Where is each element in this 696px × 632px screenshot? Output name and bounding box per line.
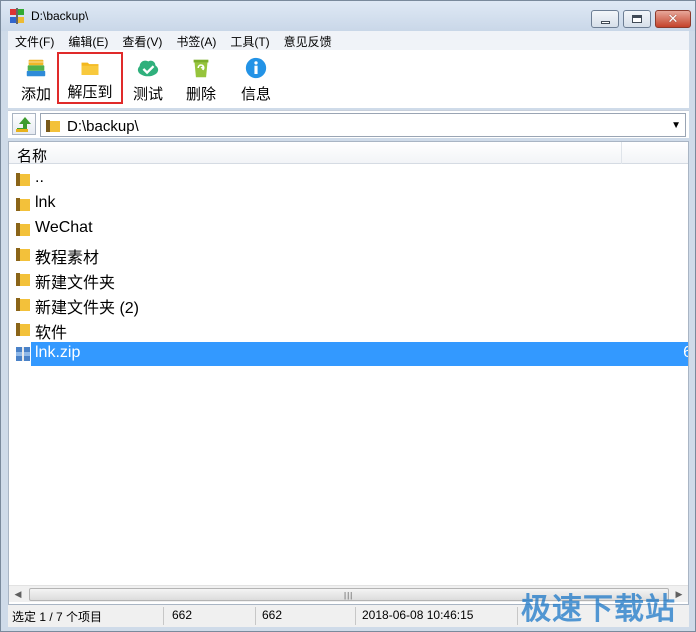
folder-row[interactable]: WeChat bbox=[9, 216, 688, 241]
folder-icon bbox=[16, 173, 30, 186]
menu-tools[interactable]: 工具(T) bbox=[223, 31, 276, 50]
file-name: lnk.zip bbox=[35, 344, 81, 361]
extract-to-button-label: 解压到 bbox=[67, 84, 113, 101]
file-name: 新建文件夹 bbox=[35, 275, 116, 292]
info-button-label: 信息 bbox=[240, 86, 271, 103]
status-size: 662 bbox=[168, 607, 256, 625]
grip-icon: ||| bbox=[344, 591, 354, 600]
test-button[interactable]: 测试 bbox=[126, 52, 170, 104]
selection-highlight bbox=[31, 342, 688, 366]
close-icon: ✕ bbox=[667, 11, 679, 27]
add-books-icon bbox=[26, 59, 46, 77]
file-name: WeChat bbox=[35, 219, 93, 236]
toolbar: 添加 解压到 测试 删除 信息 bbox=[8, 50, 689, 108]
menu-bar: 文件(F) 编辑(E) 查看(V) 书签(A) 工具(T) 意见反馈 bbox=[8, 31, 689, 50]
menu-view[interactable]: 查看(V) bbox=[115, 31, 169, 50]
minimize-icon bbox=[600, 20, 610, 24]
folder-row[interactable]: 软件 bbox=[9, 316, 688, 342]
close-button[interactable]: ✕ bbox=[655, 10, 691, 28]
folder-row[interactable]: 教程素材 bbox=[9, 241, 688, 267]
menu-feedback[interactable]: 意见反馈 bbox=[277, 31, 339, 50]
delete-button[interactable]: 删除 bbox=[179, 52, 223, 104]
archive-row[interactable]: lnk.zip 6 bbox=[9, 341, 688, 366]
file-name: lnk bbox=[35, 194, 56, 211]
app-window: D:\backup\ ✕ 文件(F) 编辑(E) 查看(V) 书签(A) 工具(… bbox=[0, 0, 696, 632]
add-button[interactable]: 添加 bbox=[14, 52, 58, 104]
folder-row[interactable]: 新建文件夹 bbox=[9, 266, 688, 292]
info-icon bbox=[245, 57, 267, 79]
window-title: D:\backup\ bbox=[31, 9, 89, 23]
maximize-icon bbox=[632, 15, 642, 23]
folder-row[interactable]: lnk bbox=[9, 191, 688, 216]
folder-row[interactable]: 新建文件夹 (2) bbox=[9, 291, 688, 317]
file-list[interactable]: 名称 .. lnk WeChat 教程素材 新建文件夹 新建文件夹 (2) 软件 lnk.zi… bbox=[8, 141, 689, 605]
folder-icon bbox=[46, 120, 60, 132]
menu-edit[interactable]: 编辑(E) bbox=[61, 31, 115, 50]
recycle-bin-icon bbox=[193, 59, 209, 78]
address-bar: D:\backup\ ▼ bbox=[8, 110, 689, 138]
folder-icon bbox=[16, 323, 30, 336]
cloud-check-icon bbox=[137, 60, 159, 77]
address-field[interactable]: D:\backup\ ▼ bbox=[40, 113, 686, 137]
column-header: 名称 bbox=[9, 142, 688, 166]
maximize-button[interactable] bbox=[623, 10, 651, 28]
status-modified: 2018-06-08 10:46:15 bbox=[358, 607, 518, 625]
scroll-left-icon[interactable]: ◀ bbox=[11, 588, 25, 601]
zip-file-icon bbox=[16, 347, 30, 361]
status-selection: 选定 1 / 7 个项目 bbox=[8, 607, 164, 625]
archive-app-icon bbox=[10, 8, 24, 24]
up-folder-button[interactable] bbox=[12, 113, 36, 135]
info-button[interactable]: 信息 bbox=[234, 52, 278, 104]
minimize-button[interactable] bbox=[591, 10, 619, 28]
menu-file[interactable]: 文件(F) bbox=[8, 31, 61, 50]
folder-icon bbox=[16, 223, 30, 236]
folder-icon bbox=[81, 62, 99, 75]
address-path: D:\backup\ bbox=[67, 118, 139, 135]
file-size-clipped: 6 bbox=[683, 344, 688, 362]
folder-icon bbox=[16, 298, 30, 311]
test-button-label: 测试 bbox=[132, 86, 163, 103]
watermark-text: 极速下载站 bbox=[521, 592, 676, 627]
title-bar[interactable]: D:\backup\ ✕ bbox=[1, 1, 695, 31]
dropdown-arrow-icon[interactable]: ▼ bbox=[671, 120, 681, 131]
up-arrow-icon bbox=[16, 117, 31, 132]
delete-button-label: 删除 bbox=[185, 86, 216, 103]
file-rows: .. lnk WeChat 教程素材新建文件夹新建文件夹 (2) 软件 lnk.zip 6 bbox=[9, 166, 688, 366]
column-name-header[interactable]: 名称 bbox=[17, 145, 47, 166]
add-button-label: 添加 bbox=[20, 86, 51, 103]
folder-icon bbox=[16, 198, 30, 211]
extract-to-button[interactable]: 解压到 bbox=[57, 52, 123, 104]
file-name: 教程素材 bbox=[35, 250, 100, 267]
folder-icon bbox=[16, 273, 30, 286]
folder-icon bbox=[16, 248, 30, 261]
file-name: 软件 bbox=[35, 325, 68, 342]
file-name: .. bbox=[35, 169, 44, 186]
menu-bookmarks[interactable]: 书签(A) bbox=[169, 31, 223, 50]
column-divider[interactable] bbox=[621, 142, 622, 164]
status-packed: 662 bbox=[258, 607, 356, 625]
file-name: 新建文件夹 (2) bbox=[35, 300, 140, 317]
folder-row[interactable]: .. bbox=[9, 166, 688, 191]
